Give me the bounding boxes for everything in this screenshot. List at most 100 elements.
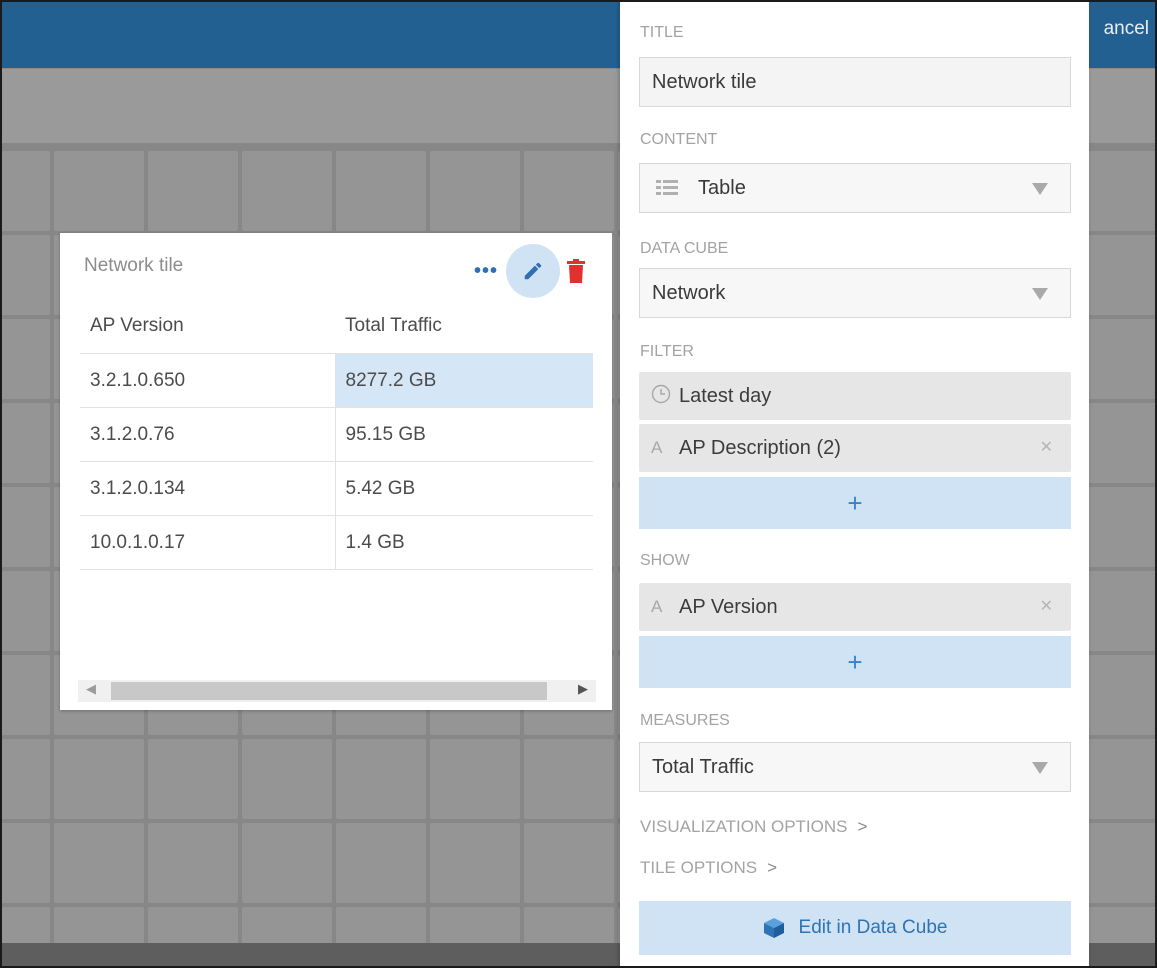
chevron-down-icon — [1032, 288, 1048, 300]
filter-pill-label: AP Description (2) — [679, 436, 841, 459]
table-cell: 95.15 GB — [334, 407, 593, 462]
edit-in-data-cube-label: Edit in Data Cube — [798, 917, 948, 938]
show-pill-ap-version[interactable]: A AP Version ✕ — [639, 583, 1071, 631]
datacube-select[interactable]: Network — [639, 268, 1071, 318]
edit-in-data-cube-button[interactable]: Edit in Data Cube — [639, 901, 1071, 955]
grid-cell — [242, 907, 332, 943]
tile-options-label: TILE OPTIONS — [640, 858, 758, 877]
text-attribute-icon: A — [651, 438, 663, 457]
chevron-down-icon — [1032, 183, 1048, 195]
table-cell: 1.4 GB — [334, 515, 593, 570]
measures-label: MEASURES — [640, 712, 730, 729]
filter-pill-label: Latest day — [679, 384, 772, 407]
grid-cell — [242, 151, 332, 231]
grid-cell — [1088, 319, 1157, 399]
pencil-icon — [524, 262, 542, 280]
scroll-right-icon[interactable]: ▶ — [578, 681, 588, 697]
visualization-options-label: VISUALIZATION OPTIONS — [640, 817, 848, 836]
clock-icon — [651, 384, 679, 409]
column-header[interactable]: AP Version — [80, 299, 336, 354]
tile-options-toggle[interactable]: TILE OPTIONS > — [640, 858, 777, 878]
table-cell: 3.1.2.0.76 — [80, 407, 336, 462]
grid-cell — [430, 151, 520, 231]
datacube-label: DATA CUBE — [640, 240, 729, 257]
grid-cell — [1088, 403, 1157, 483]
grid-cell — [148, 739, 238, 819]
content-label: CONTENT — [640, 131, 718, 148]
grid-cell — [0, 823, 50, 903]
table-cell: 10.0.1.0.17 — [80, 515, 336, 570]
grid-cell — [1088, 571, 1157, 651]
datacube-select-value: Network — [652, 281, 726, 304]
filter-label: FILTER — [640, 343, 694, 360]
more-icon[interactable]: ••• — [474, 260, 498, 283]
filter-pill-ap-description[interactable]: A AP Description (2) ✕ — [639, 424, 1071, 472]
add-filter-button[interactable]: + — [639, 477, 1071, 529]
tile-actions: ••• — [474, 244, 586, 298]
chevron-down-icon — [1032, 762, 1048, 774]
grid-cell — [148, 823, 238, 903]
filter-pill-latest-day[interactable]: Latest day — [639, 372, 1071, 420]
grid-cell — [0, 151, 50, 231]
grid-cell — [242, 823, 332, 903]
measures-select[interactable]: Total Traffic — [639, 742, 1071, 792]
add-dimension-button[interactable]: + — [639, 636, 1071, 688]
grid-cell — [1088, 823, 1157, 903]
grid-cell — [0, 487, 50, 567]
grid-cell — [1088, 235, 1157, 315]
show-label: SHOW — [640, 552, 690, 569]
grid-cell — [0, 235, 50, 315]
content-select[interactable]: Table — [639, 163, 1071, 213]
visualization-options-toggle[interactable]: VISUALIZATION OPTIONS > — [640, 817, 867, 837]
title-input[interactable]: Network tile — [639, 57, 1071, 107]
measures-select-value: Total Traffic — [652, 755, 754, 778]
tile-settings-panel: TITLE Network tile CONTENT Table DATA CU… — [620, 0, 1089, 968]
grid-cell — [336, 823, 426, 903]
network-tile[interactable]: Network tile ••• AP Version Total Traffi… — [60, 233, 612, 710]
grid-cell — [336, 739, 426, 819]
grid-cell — [0, 655, 50, 735]
grid-cell — [54, 907, 144, 943]
grid-cell — [148, 907, 238, 943]
grid-cell — [54, 823, 144, 903]
scrollbar-thumb[interactable] — [111, 682, 547, 700]
table-cell: 3.1.2.0.134 — [80, 461, 336, 516]
close-icon[interactable]: ✕ — [1040, 437, 1053, 457]
table-cell: 8277.2 GB — [334, 353, 593, 408]
tile-title: Network tile — [84, 255, 184, 276]
grid-cell — [524, 907, 614, 943]
grid-cell — [1088, 739, 1157, 819]
table-row[interactable]: 3.1.2.0.134 5.42 GB — [80, 461, 593, 516]
table-row[interactable]: 3.1.2.0.76 95.15 GB — [80, 407, 593, 462]
edit-tile-button[interactable] — [506, 244, 560, 298]
scroll-left-icon[interactable]: ◀ — [86, 681, 96, 697]
grid-cell — [430, 823, 520, 903]
cancel-link[interactable]: ancel — [1104, 18, 1149, 40]
grid-cell — [54, 151, 144, 231]
grid-cell — [524, 739, 614, 819]
grid-cell — [54, 739, 144, 819]
show-pill-label: AP Version — [679, 595, 778, 618]
table-row[interactable]: 3.2.1.0.650 8277.2 GB — [80, 353, 593, 408]
table-header-row: AP Version Total Traffic — [80, 299, 593, 354]
grid-cell — [336, 151, 426, 231]
grid-cell — [1088, 907, 1157, 943]
trash-icon — [567, 259, 585, 283]
grid-cell — [0, 739, 50, 819]
grid-cell — [0, 907, 50, 943]
grid-cell — [0, 319, 50, 399]
grid-cell — [0, 403, 50, 483]
table-cell: 3.2.1.0.650 — [80, 353, 336, 408]
grid-cell — [1088, 151, 1157, 231]
table-icon — [656, 180, 678, 195]
horizontal-scrollbar[interactable]: ◀ ▶ — [78, 680, 596, 702]
grid-cell — [524, 151, 614, 231]
table-row[interactable]: 10.0.1.0.17 1.4 GB — [80, 515, 593, 570]
delete-tile-button[interactable] — [566, 258, 586, 284]
close-icon[interactable]: ✕ — [1040, 596, 1053, 616]
column-header[interactable]: Total Traffic — [335, 299, 593, 354]
grid-cell — [430, 739, 520, 819]
chevron-right-icon: > — [857, 817, 868, 836]
grid-cell — [430, 907, 520, 943]
text-attribute-icon: A — [651, 597, 663, 616]
